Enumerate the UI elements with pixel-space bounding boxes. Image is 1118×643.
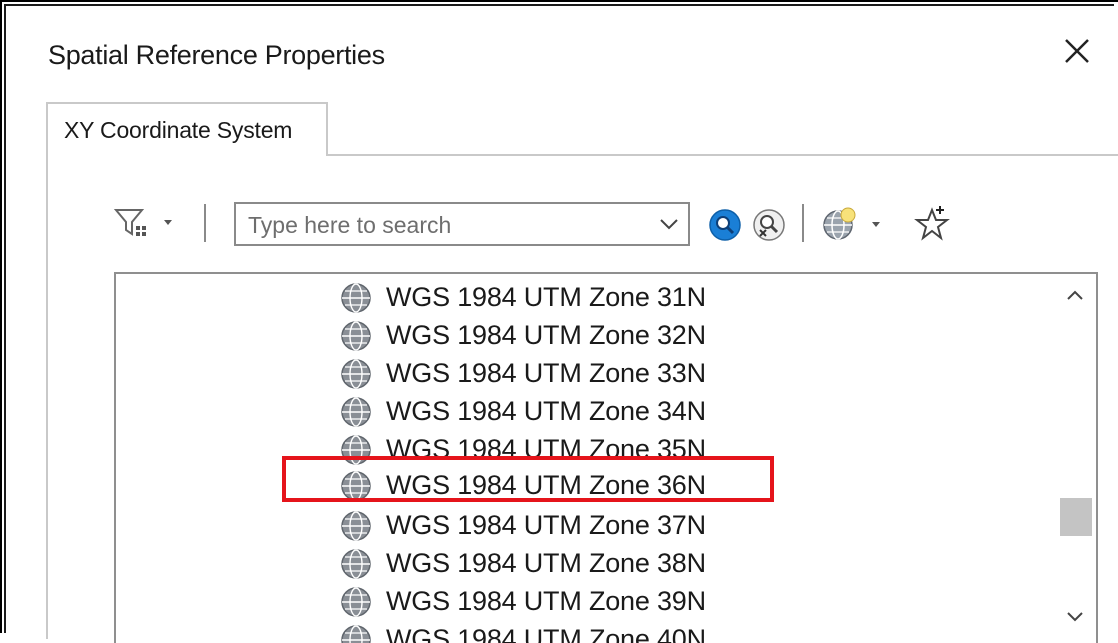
clear-search-icon	[753, 209, 785, 241]
list-item[interactable]: WGS 1984 UTM Zone 32N	[340, 316, 900, 352]
filter-button[interactable]	[112, 206, 184, 240]
search-combobox[interactable]	[234, 202, 690, 246]
globe-icon	[340, 358, 372, 390]
list-item[interactable]: WGS 1984 UTM Zone 39N	[340, 582, 900, 618]
list-item[interactable]: WGS 1984 UTM Zone 31N	[340, 278, 900, 314]
scroll-up-button[interactable]	[1062, 286, 1088, 304]
chevron-down-icon	[1067, 612, 1083, 622]
tab-xy-coordinate-system[interactable]: XY Coordinate System	[46, 102, 328, 156]
scroll-down-button[interactable]	[1062, 608, 1088, 626]
chevron-down-icon	[660, 219, 678, 230]
list-item[interactable]: WGS 1984 UTM Zone 37N	[340, 506, 900, 542]
clear-search-button[interactable]	[752, 208, 786, 242]
toolbar-separator	[204, 204, 206, 242]
globe-icon	[340, 282, 372, 314]
tab-label: XY Coordinate System	[64, 117, 293, 143]
tab-strip: XY Coordinate System	[46, 102, 1114, 156]
globe-icon	[340, 624, 372, 643]
globe-icon	[340, 320, 372, 352]
search-icon	[709, 209, 741, 241]
favorites-button[interactable]	[914, 204, 950, 242]
coordinate-system-list[interactable]: WGS 1984 UTM Zone 31N WGS 1984 UTM Zone …	[114, 272, 1098, 643]
globe-icon	[340, 548, 372, 580]
search-button[interactable]	[708, 208, 742, 242]
list-item[interactable]: WGS 1984 UTM Zone 40N	[340, 620, 900, 643]
vertical-scrollbar[interactable]	[1056, 274, 1096, 643]
add-coordinate-system-button[interactable]	[820, 206, 906, 242]
search-input[interactable]	[246, 209, 640, 241]
toolbar-separator	[802, 204, 804, 242]
tab-panel: WGS 1984 UTM Zone 31N WGS 1984 UTM Zone …	[46, 154, 1118, 643]
dialog-titlebar: Spatial Reference Properties	[6, 6, 1114, 96]
globe-icon	[340, 510, 372, 542]
globe-icon	[340, 586, 372, 618]
list-item[interactable]: WGS 1984 UTM Zone 34N	[340, 392, 900, 428]
close-button[interactable]	[1056, 30, 1098, 72]
dialog-title: Spatial Reference Properties	[48, 40, 385, 70]
list-item[interactable]: WGS 1984 UTM Zone 33N	[340, 354, 900, 390]
close-icon	[1065, 39, 1089, 63]
filter-icon	[113, 209, 172, 236]
favorite-star-icon	[914, 206, 950, 241]
toolbar	[48, 156, 1118, 276]
scrollbar-thumb[interactable]	[1060, 498, 1092, 536]
spatial-reference-dialog: Spatial Reference Properties XY Coordina…	[4, 4, 1118, 643]
list-item[interactable]: WGS 1984 UTM Zone 38N	[340, 544, 900, 580]
search-dropdown-button[interactable]	[658, 216, 680, 232]
globe-add-icon	[823, 207, 880, 240]
selection-highlight-box	[282, 456, 774, 502]
globe-icon	[340, 396, 372, 428]
chevron-up-icon	[1067, 290, 1083, 300]
